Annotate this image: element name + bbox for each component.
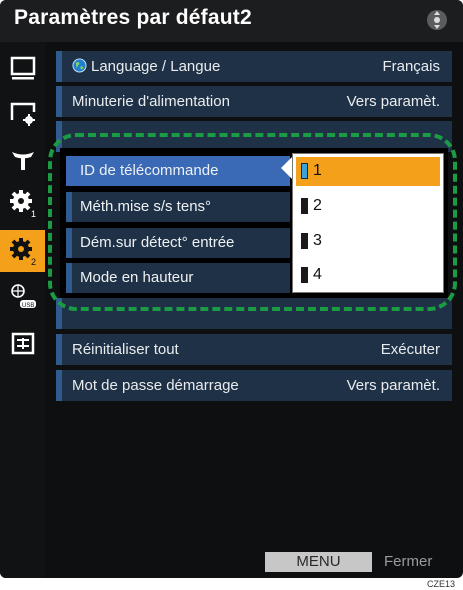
sidebar-item-network[interactable]: USB [0,276,45,318]
option-marker-icon [301,267,308,283]
dropdown-option-3[interactable]: 3 [296,227,440,256]
network-usb-icon: USB [10,284,36,309]
monitor-icon [10,56,35,80]
setting-power-on-method-label: Méth.mise s/s tens° [80,198,212,215]
sidebar-item-screen-settings[interactable] [0,93,45,135]
setting-language-value: Français [382,58,440,75]
dropdown-option-label: 2 [313,197,322,214]
globe-icon [72,58,87,73]
svg-text:USB: USB [22,303,34,309]
option-marker-icon [301,163,308,179]
projector-menu-window: Paramètres par défaut2 1 2 USB Language … [0,0,463,578]
svg-text:2: 2 [31,257,36,266]
setting-altitude-mode-label: Mode en hauteur [80,269,194,286]
dropdown-option-4[interactable]: 4 [296,261,440,290]
antenna-icon [11,152,34,170]
setting-power-timer[interactable]: Minuterie d'alimentation Vers paramèt. [56,86,452,117]
sidebar-item-defaults-2[interactable]: 2 [0,230,45,272]
dropdown-option-2[interactable]: 2 [296,192,440,221]
setting-start-on-input-label: Dém.sur détect° entrée [80,234,235,251]
sidebar-item-layout[interactable] [0,322,45,364]
setting-power-on-method[interactable]: Méth.mise s/s tens° [66,192,290,222]
setting-language[interactable]: Language / Langue Français [56,51,452,82]
dpad-navigation-icon [427,10,447,30]
dropdown-option-label: 1 [313,162,322,179]
setting-hidden-row-2[interactable] [56,298,452,329]
settings-list: Language / Langue Français Minuterie d'a… [56,42,452,578]
setting-reset-all-label: Réinitialiser tout [72,341,179,358]
setting-power-timer-value: Vers paramèt. [346,93,440,110]
setting-altitude-mode[interactable]: Mode en hauteur [66,263,290,293]
sidebar-item-display[interactable] [0,47,45,89]
setting-remote-id[interactable]: ID de télécommande [66,156,290,186]
sidebar: 1 2 USB [0,42,45,578]
setting-reset-all[interactable]: Réinitialiser tout Exécuter [56,334,452,365]
dropdown-option-1[interactable]: 1 [296,157,440,186]
setting-remote-id-label: ID de télécommande [80,162,219,179]
setting-reset-all-value: Exécuter [380,341,440,358]
layout-panel-icon [11,332,34,355]
setting-power-timer-label: Minuterie d'alimentation [72,93,230,110]
page-title: Paramètres par défaut2 [14,6,252,29]
dropdown-option-label: 3 [313,232,322,249]
close-button[interactable]: Fermer [384,553,432,570]
setting-start-on-input[interactable]: Dém.sur détect° entrée [66,228,290,258]
sidebar-item-installation[interactable] [0,138,45,180]
screen-settings-icon [10,102,35,126]
gear-2-icon: 2 [9,238,36,266]
setting-startup-password-label: Mot de passe démarrage [72,377,239,394]
title-bar: Paramètres par défaut2 [0,0,463,42]
figure-code: CZE13 [427,579,456,589]
remote-id-dropdown: 1 2 3 4 [292,153,444,293]
gear-1-icon: 1 [9,190,36,218]
svg-text:1: 1 [31,209,36,218]
option-marker-icon [301,198,308,214]
option-marker-icon [301,233,308,249]
sidebar-item-defaults-1[interactable]: 1 [0,182,45,224]
setting-startup-password-value: Vers paramèt. [346,377,440,394]
menu-button[interactable]: MENU [265,552,372,572]
setting-language-label: Language / Langue [91,58,221,75]
setting-startup-password[interactable]: Mot de passe démarrage Vers paramèt. [56,370,452,401]
dropdown-option-label: 4 [313,266,322,283]
